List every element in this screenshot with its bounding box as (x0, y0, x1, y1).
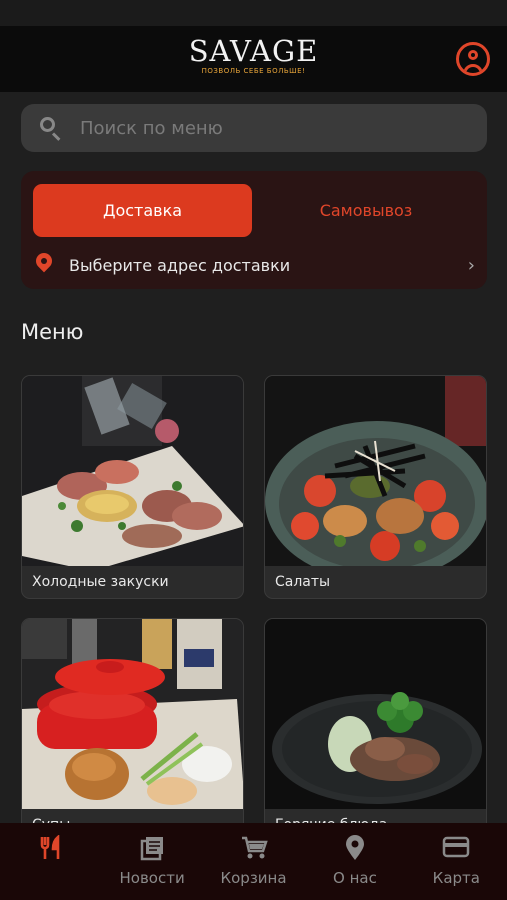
cart-icon (240, 835, 268, 865)
category-card-hot-dishes[interactable]: Горячие блюда (264, 618, 487, 842)
menu-title: Меню (21, 320, 84, 344)
category-card-soups[interactable]: Супы (21, 618, 244, 842)
category-card-cold-appetizers[interactable]: Холодные закуски (21, 375, 244, 599)
nav-label: Новости (119, 869, 185, 887)
delivery-panel: Доставка Самовывоз Выберите адрес достав… (21, 171, 487, 289)
category-photo (22, 619, 243, 809)
location-pin-icon (32, 249, 56, 277)
profile-icon[interactable] (456, 42, 490, 76)
search-input[interactable] (80, 117, 460, 139)
search-icon (38, 115, 64, 141)
nav-cart[interactable]: Корзина (203, 823, 304, 900)
address-prompt: Выберите адрес доставки (69, 255, 291, 275)
credit-card-icon (442, 835, 470, 863)
nav-label: Корзина (220, 869, 287, 887)
brand-tagline: ПОЗВОЛЬ СЕБЕ БОЛЬШЕ! (201, 67, 306, 75)
location-pin-icon (344, 835, 366, 865)
brand-name: SAVAGE (188, 34, 319, 68)
address-selector[interactable]: Выберите адрес доставки › (32, 249, 475, 281)
chevron-right-icon: › (467, 254, 475, 276)
nav-menu[interactable] (0, 823, 101, 900)
category-label: Салаты (275, 574, 331, 590)
bottom-navigation: Новости Корзина О нас Карта (0, 823, 507, 900)
tab-delivery[interactable]: Доставка (33, 184, 252, 237)
category-photo (265, 619, 486, 809)
app-header: SAVAGE ПОЗВОЛЬ СЕБЕ БОЛЬШЕ! (0, 26, 507, 92)
category-photo (265, 376, 486, 566)
news-icon (139, 835, 165, 865)
nav-label: Карта (432, 869, 480, 887)
tab-pickup[interactable]: Самовывоз (266, 184, 466, 237)
status-bar (0, 0, 507, 26)
category-photo (22, 376, 243, 566)
category-label: Холодные закуски (32, 574, 169, 590)
fork-knife-icon (38, 834, 64, 865)
brand-logo[interactable]: SAVAGE ПОЗВОЛЬ СЕБЕ БОЛЬШЕ! (0, 36, 507, 75)
nav-news[interactable]: Новости (101, 823, 202, 900)
nav-card[interactable]: Карта (406, 823, 507, 900)
category-card-salads[interactable]: Салаты (264, 375, 487, 599)
search-bar[interactable] (21, 104, 487, 152)
nav-label: О нас (333, 869, 377, 887)
nav-about[interactable]: О нас (304, 823, 405, 900)
